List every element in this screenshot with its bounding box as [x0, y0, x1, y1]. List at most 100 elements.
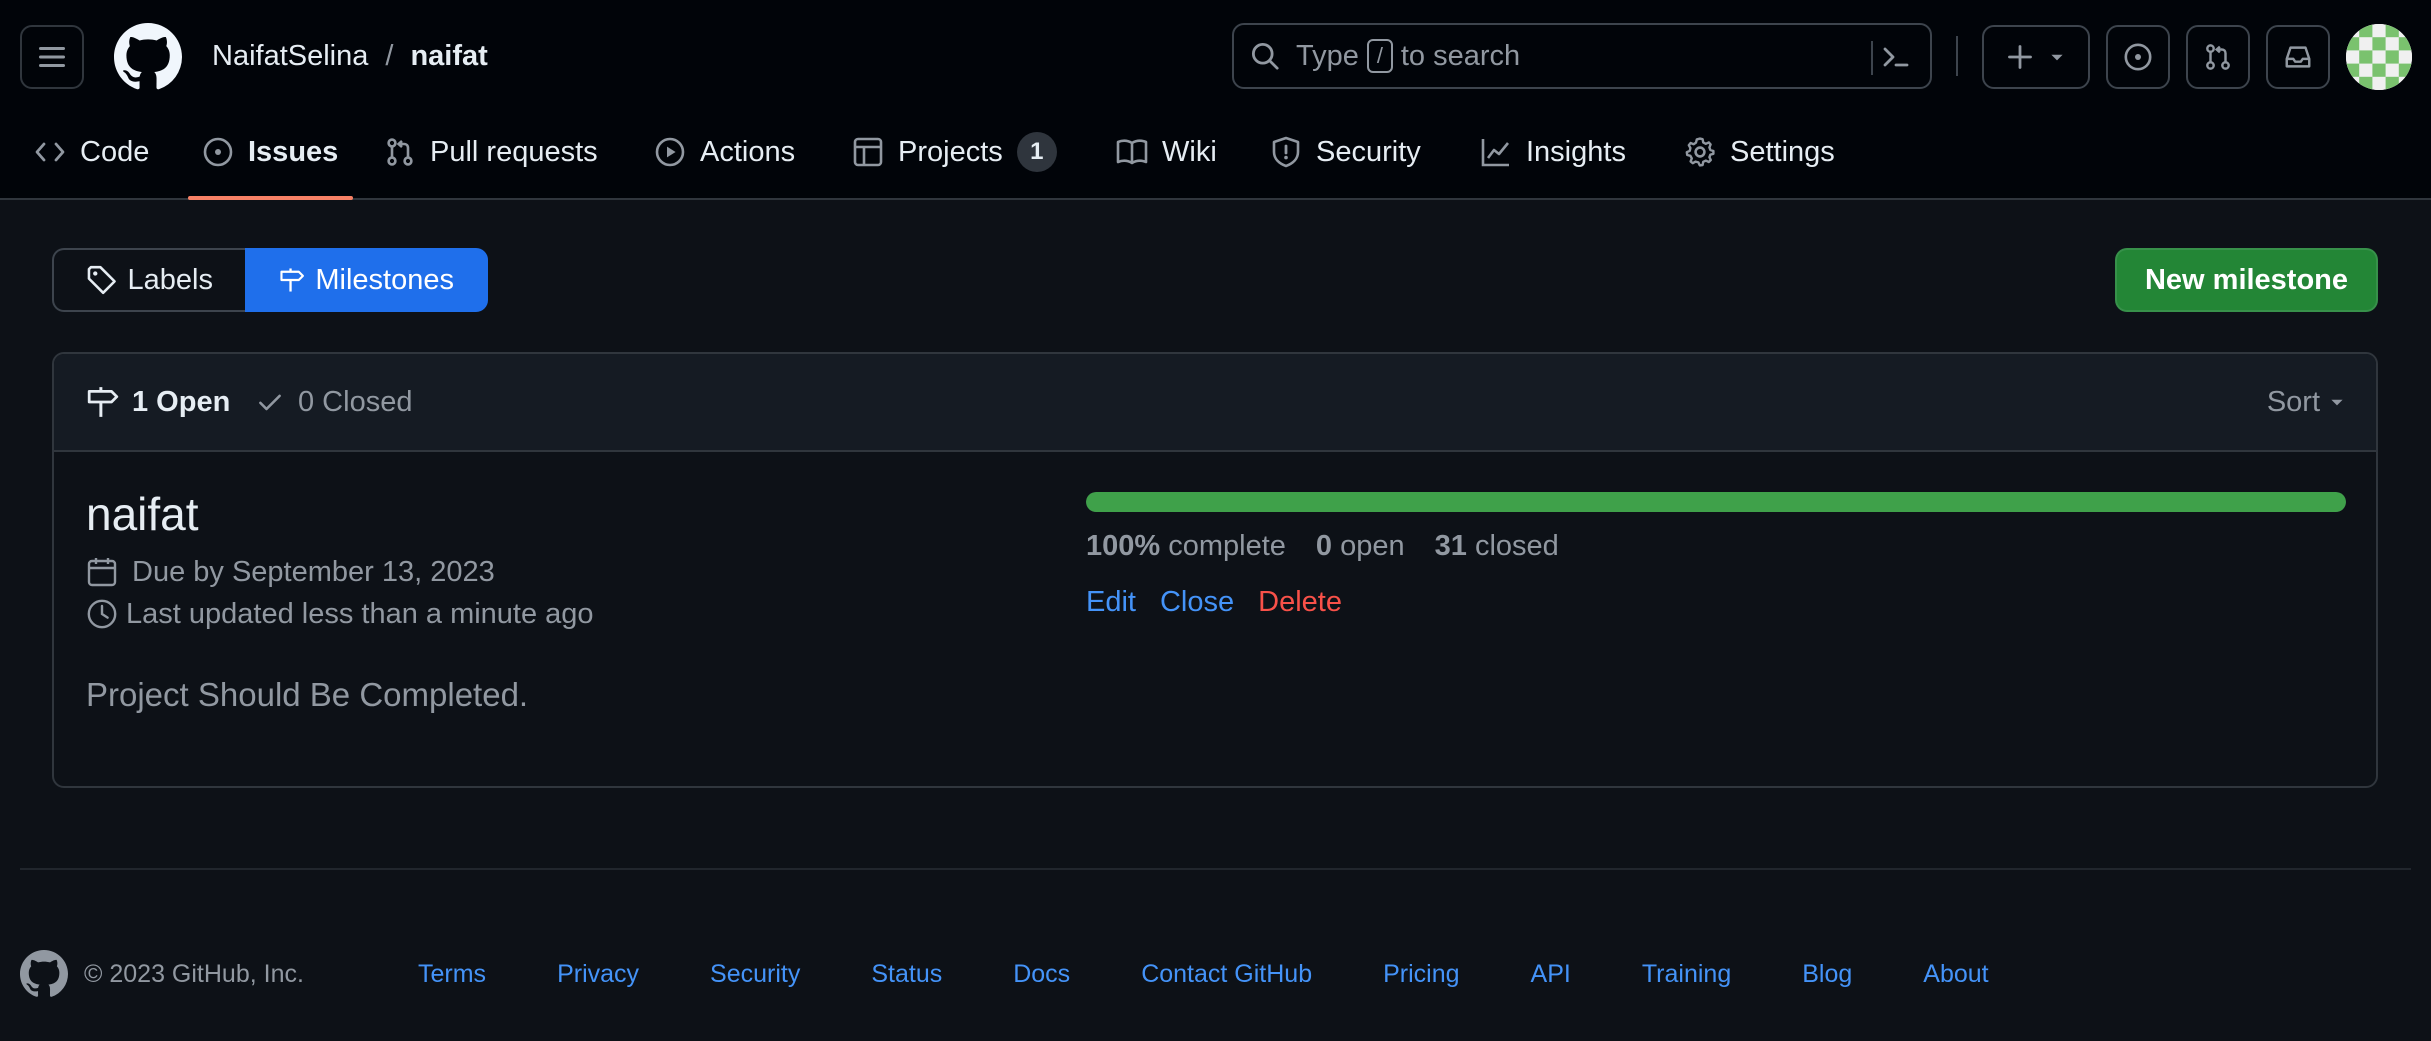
search-input[interactable]: Type / to search — [1232, 23, 1932, 89]
tab-code-label: Code — [80, 135, 150, 168]
milestone-last-updated: Last updated less than a minute ago — [86, 594, 594, 634]
closed-issues-count[interactable]: 31 closed — [1435, 530, 1559, 563]
notifications-button[interactable] — [2266, 25, 2330, 89]
header-divider — [1956, 36, 1958, 76]
your-pull-requests-button[interactable] — [2186, 25, 2250, 89]
your-issues-button[interactable] — [2106, 25, 2170, 89]
breadcrumb-repo[interactable]: naifat — [410, 40, 487, 73]
github-logo-icon[interactable] — [114, 23, 182, 91]
due-date-text: Due by September 13, 2023 — [132, 555, 495, 588]
footer-copyright: © 2023 GitHub, Inc. — [84, 960, 304, 988]
milestone-icon — [87, 387, 119, 417]
milestone-title[interactable]: naifat — [86, 486, 199, 542]
shield-icon — [1272, 136, 1300, 168]
footer-link-api[interactable]: API — [1531, 960, 1571, 989]
footer-link-about[interactable]: About — [1923, 960, 1988, 989]
milestone-icon — [280, 268, 304, 292]
labels-milestones-switch: Labels Milestones — [52, 248, 488, 312]
footer-link-terms[interactable]: Terms — [418, 960, 486, 989]
hamburger-menu-button[interactable] — [20, 25, 84, 89]
chevron-down-icon — [2051, 54, 2063, 61]
sort-dropdown[interactable]: Sort — [2267, 382, 2346, 422]
footer-link-privacy[interactable]: Privacy — [557, 960, 639, 989]
footer-link-pricing[interactable]: Pricing — [1383, 960, 1459, 989]
labels-link-label: Labels — [127, 263, 213, 296]
open-count-label: 1 Open — [132, 385, 231, 418]
milestone-due-date: Due by September 13, 2023 — [86, 552, 495, 592]
footer-links: Terms Privacy Security Status Docs Conta… — [418, 960, 2060, 989]
milestone-description: Project Should Be Completed. — [86, 676, 529, 713]
milestone-progress-bar — [1086, 492, 2346, 512]
footer-link-docs[interactable]: Docs — [1013, 960, 1070, 989]
edit-milestone-link[interactable]: Edit — [1086, 586, 1136, 619]
create-new-button[interactable] — [1982, 25, 2090, 89]
delete-milestone-link[interactable]: Delete — [1258, 586, 1342, 619]
search-shortcut-key: / — [1366, 39, 1393, 73]
milestone-stats: 100% complete 0 open 31 closed — [1086, 526, 1559, 566]
active-tab-indicator — [188, 196, 353, 200]
global-header: NaifatSelina / naifat Type / to search C… — [0, 0, 2431, 200]
footer-link-training[interactable]: Training — [1642, 960, 1731, 989]
open-issues-count[interactable]: 0 open — [1316, 530, 1405, 563]
check-icon — [259, 394, 281, 411]
tab-security-label: Security — [1316, 135, 1421, 168]
breadcrumb-separator: / — [385, 39, 394, 72]
breadcrumb-owner[interactable]: NaifatSelina — [212, 40, 368, 73]
table-icon — [853, 137, 883, 167]
search-icon — [1251, 42, 1279, 70]
milestone-actions: Edit Close Delete — [1086, 582, 1342, 622]
open-milestones-filter[interactable]: 1 Open — [86, 382, 230, 422]
footer-link-contact[interactable]: Contact GitHub — [1141, 960, 1312, 989]
gear-icon — [1685, 137, 1715, 167]
chevron-down-icon — [2331, 399, 2343, 406]
tab-issues[interactable]: Issues — [202, 130, 338, 174]
last-updated-text: Last updated less than a minute ago — [126, 597, 594, 630]
closed-count-value: 31 — [1434, 529, 1467, 562]
progress-bar-fill — [1086, 492, 2346, 512]
tab-code[interactable]: Code — [34, 130, 149, 174]
tab-insights[interactable]: Insights — [1480, 130, 1626, 174]
repo-nav: Code Issues Pull requests Actions Projec… — [0, 130, 2431, 200]
graph-icon — [1481, 139, 1510, 167]
closed-label: closed — [1474, 529, 1559, 562]
closed-milestones-filter[interactable]: 0 Closed — [256, 382, 412, 422]
labels-link[interactable]: Labels — [52, 248, 245, 312]
tab-pull-requests-label: Pull requests — [430, 135, 598, 168]
play-icon — [655, 137, 685, 167]
avatar[interactable] — [2346, 24, 2412, 90]
complete-label: complete — [1168, 529, 1286, 562]
plus-icon — [2008, 45, 2032, 69]
tab-projects[interactable]: Projects 1 — [852, 130, 1057, 174]
open-label: open — [1340, 529, 1405, 562]
closed-count-label: 0 Closed — [298, 385, 413, 418]
tab-insights-label: Insights — [1526, 135, 1626, 168]
milestones-list: 1 Open 0 Closed Sort naifat Due by Septe… — [52, 352, 2378, 788]
milestones-link-label: Milestones — [315, 263, 454, 296]
tab-settings[interactable]: Settings — [1684, 130, 1835, 174]
issue-opened-icon — [2124, 43, 2152, 71]
footer: © 2023 GitHub, Inc. Terms Privacy Securi… — [20, 950, 2411, 1000]
footer-link-blog[interactable]: Blog — [1802, 960, 1852, 989]
code-icon — [35, 142, 65, 162]
command-palette-icon[interactable] — [1880, 41, 1912, 73]
tab-security[interactable]: Security — [1270, 130, 1421, 174]
tab-issues-label: Issues — [248, 135, 339, 168]
footer-link-status[interactable]: Status — [871, 960, 942, 989]
book-icon — [1116, 139, 1148, 165]
projects-counter: 1 — [1016, 132, 1057, 172]
tab-actions[interactable]: Actions — [654, 130, 795, 174]
calendar-icon — [87, 558, 117, 587]
search-placeholder-prefix: Type — [1296, 39, 1359, 72]
percent-complete: 100% complete — [1086, 530, 1286, 563]
tag-icon — [87, 265, 116, 295]
new-milestone-button[interactable]: New milestone — [2115, 248, 2378, 312]
close-milestone-link[interactable]: Close — [1160, 586, 1234, 619]
tab-settings-label: Settings — [1730, 135, 1835, 168]
footer-link-security[interactable]: Security — [710, 960, 800, 989]
percent-value: 100% — [1086, 529, 1161, 562]
issue-opened-icon — [203, 137, 233, 167]
milestones-link[interactable]: Milestones — [245, 248, 488, 312]
github-logo-icon[interactable] — [20, 950, 68, 998]
tab-pull-requests[interactable]: Pull requests — [384, 130, 598, 174]
tab-wiki[interactable]: Wiki — [1116, 130, 1217, 174]
